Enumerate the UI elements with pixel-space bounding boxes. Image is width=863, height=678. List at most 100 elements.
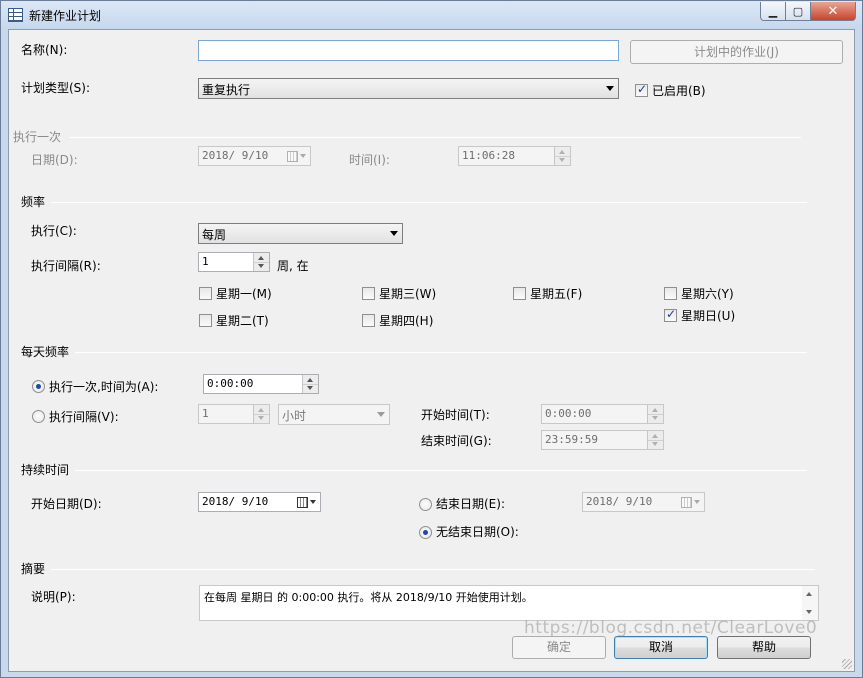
occurs-once-radio[interactable] [32,380,45,393]
enabled-label: 已启用(B) [652,84,706,98]
occurs-label: 执行(C): [31,224,77,238]
occurs-every-value: 1 [202,407,209,420]
no-end-date-label: 无结束日期(O): [436,525,519,539]
close-icon: ✕ [827,3,839,19]
minimize-icon: ▁ [768,4,778,18]
occurs-once-time-input[interactable]: 0:00:00 [203,374,319,394]
group-divider [75,470,807,471]
maximize-button[interactable]: ▢ [786,2,811,21]
monday-label: 星期一(M) [216,287,272,301]
occurs-once-label: 执行一次,时间为(A): [49,380,159,394]
schedule-type-value: 重复执行 [202,83,251,97]
description-label: 说明(P): [31,590,76,604]
calendar-icon[interactable] [297,497,316,508]
spinner-icon[interactable] [647,405,663,423]
help-button[interactable]: 帮助 [717,636,811,659]
maximize-icon: ▢ [792,4,804,18]
occurs-every-input[interactable]: 1 [198,404,270,424]
schedule-type-label: 计划类型(S): [21,81,91,95]
window-title: 新建作业计划 [29,9,102,23]
recurs-every-unit: 周, 在 [277,259,309,273]
spinner-icon[interactable] [253,405,269,423]
chevron-down-icon [606,86,614,91]
duration-group-title: 持续时间 [21,463,70,477]
occurs-every-radio[interactable] [32,410,45,423]
tuesday-checkbox[interactable] [199,314,212,327]
group-divider [51,569,815,570]
start-date-label: 开始日期(D): [31,497,102,511]
table-icon [8,8,23,22]
daily-group-title: 每天频率 [21,345,70,359]
cancel-button[interactable]: 取消 [614,636,708,659]
frequency-group-title: 频率 [21,195,46,209]
chevron-down-icon [390,231,398,236]
title-bar[interactable]: 新建作业计划 ▁ ▢ ✕ [1,1,862,29]
name-label: 名称(N): [21,43,68,57]
start-date-value: 2018/ 9/10 [202,495,269,508]
spinner-icon[interactable] [647,431,663,449]
recurs-every-input[interactable]: 1 [198,252,270,272]
once-date-picker[interactable]: 2018/ 9/10 [198,146,311,166]
saturday-checkbox[interactable] [664,287,677,300]
name-input[interactable] [198,40,619,61]
end-date-label: 结束日期(E): [436,497,505,511]
monday-checkbox[interactable] [199,287,212,300]
end-date-value: 2018/ 9/10 [586,495,653,508]
resize-grip[interactable] [842,659,852,669]
end-date-picker[interactable]: 2018/ 9/10 [582,492,705,512]
tuesday-label: 星期二(T) [216,314,269,328]
wednesday-label: 星期三(W) [379,287,437,301]
end-time-label: 结束时间(G): [421,434,492,448]
enabled-checkbox[interactable] [635,82,648,97]
group-divider [51,202,807,203]
occurs-every-unit-select[interactable]: 小时 [278,404,390,425]
start-time-label: 开始时间(T): [421,408,490,422]
schedule-type-select[interactable]: 重复执行 [198,78,619,99]
thursday-label: 星期四(H) [379,314,434,328]
dialog-window: 新建作业计划 ▁ ▢ ✕ 名称(N): 计划中的作业(J) 计划类型(S): 重… [0,0,863,678]
recurs-every-value: 1 [202,255,209,268]
group-divider [69,137,801,138]
close-button[interactable]: ✕ [811,2,856,21]
friday-checkbox[interactable] [513,287,526,300]
minimize-button[interactable]: ▁ [760,2,786,21]
sunday-label: 星期日(U) [681,309,736,323]
end-time-value: 23:59:59 [545,433,598,446]
watermark-text: https://blog.csdn.net/ClearLove0 [524,618,818,638]
recurs-every-label: 执行间隔(R): [31,259,101,273]
saturday-label: 星期六(Y) [681,287,734,301]
once-group-title: 执行一次 [13,130,62,144]
thursday-checkbox[interactable] [362,314,375,327]
dialog-body: 名称(N): 计划中的作业(J) 计划类型(S): 重复执行 已启用(B) 执行… [8,29,855,672]
end-date-radio[interactable] [419,498,432,511]
group-divider [75,352,807,353]
occurs-every-unit-value: 小时 [282,409,307,423]
description-text: 在每周 星期日 的 0:00:00 执行。将从 2018/9/10 开始使用计划… [204,591,533,604]
start-date-picker[interactable]: 2018/ 9/10 [198,492,321,512]
calendar-icon[interactable] [287,151,306,162]
spinner-icon[interactable] [302,375,318,393]
sunday-checkbox[interactable] [664,307,677,322]
once-time-value: 11:06:28 [462,149,515,162]
description-textarea[interactable]: 在每周 星期日 的 0:00:00 执行。将从 2018/9/10 开始使用计划… [199,585,819,621]
occurs-value: 每周 [202,228,227,242]
once-date-label: 日期(D): [31,153,78,167]
friday-label: 星期五(F) [530,287,583,301]
start-time-value: 0:00:00 [545,407,592,420]
calendar-icon[interactable] [681,497,700,508]
spinner-icon[interactable] [253,253,269,271]
scrollbar[interactable] [802,586,818,620]
wednesday-checkbox[interactable] [362,287,375,300]
start-time-input[interactable]: 0:00:00 [541,404,664,424]
end-time-input[interactable]: 23:59:59 [541,430,664,450]
ok-button[interactable]: 确定 [512,636,606,659]
no-end-date-radio[interactable] [419,526,432,539]
once-time-label: 时间(I): [349,153,390,167]
once-time-input[interactable]: 11:06:28 [458,146,571,166]
occurs-once-time-value: 0:00:00 [207,377,254,390]
spinner-icon[interactable] [554,147,570,165]
occurs-select[interactable]: 每周 [198,223,403,244]
once-date-value: 2018/ 9/10 [202,149,269,162]
occurs-every-label: 执行间隔(V): [49,410,119,424]
jobs-in-schedule-button[interactable]: 计划中的作业(J) [630,40,843,64]
